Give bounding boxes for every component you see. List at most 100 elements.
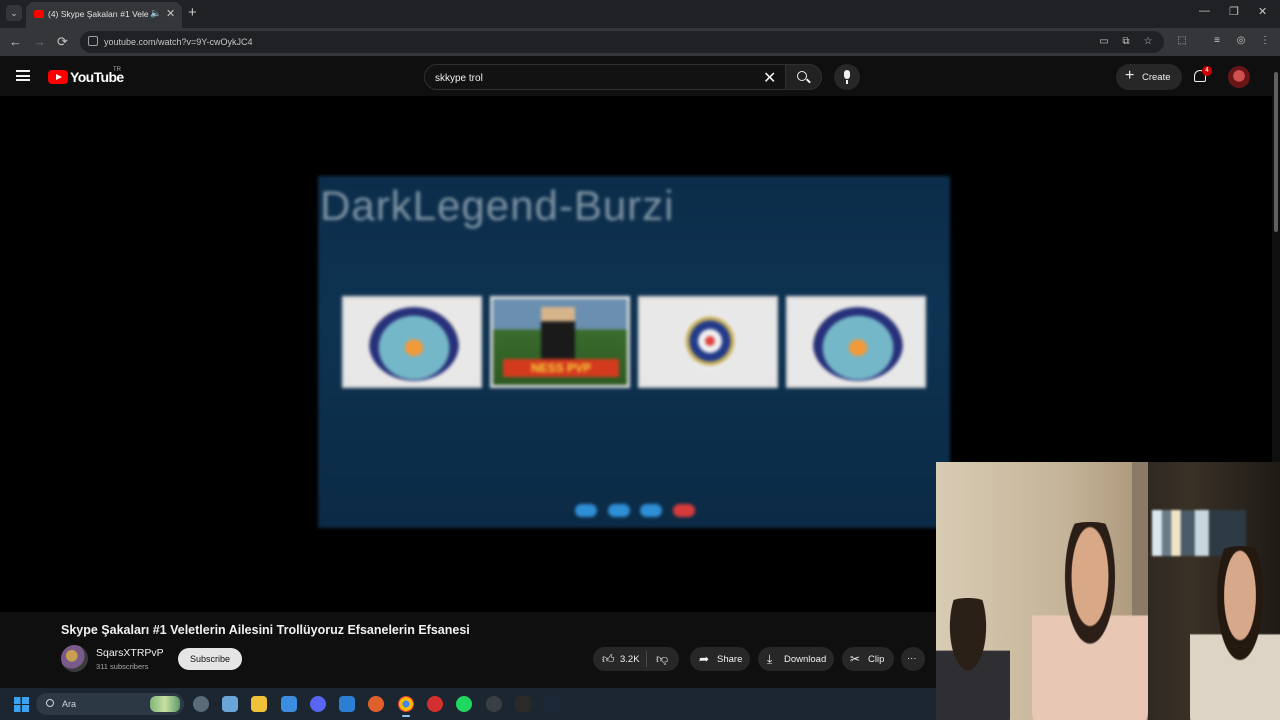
- webcam-person-right: [1190, 546, 1280, 720]
- create-label: Create: [1142, 72, 1171, 83]
- download-icon: ⤓: [767, 652, 773, 666]
- clip-label: Clip: [868, 654, 885, 665]
- address-bar[interactable]: youtube.com/watch?v=9Y-cwOykJC4 ▭ ⧉ ☆: [80, 31, 1164, 53]
- webcam-overlay: [936, 462, 1280, 720]
- screen-tool-icon[interactable]: [222, 696, 238, 712]
- tab-title: (4) Skype Şakaları #1 Veletle: [48, 9, 148, 19]
- channel-name[interactable]: SqarsXTRPvP: [96, 647, 164, 659]
- search-icon: [46, 699, 54, 707]
- minimize-button[interactable]: —: [1199, 5, 1210, 17]
- video-frame: DarkLegend-Burzi NESS PVP: [318, 176, 950, 528]
- character-figure: [541, 307, 575, 363]
- cast-icon[interactable]: ▭: [1098, 36, 1110, 48]
- taskbar-search-label: Ara: [62, 699, 77, 709]
- voice-search-mic-icon[interactable]: [834, 64, 860, 90]
- tab-search-dropdown[interactable]: ⌄: [6, 5, 22, 21]
- chrome-icon[interactable]: [398, 696, 414, 717]
- share-label: Share: [717, 654, 743, 665]
- contact-tile: NESS PVP: [490, 296, 630, 388]
- call-control-icon: [575, 504, 597, 517]
- app-icon[interactable]: [368, 696, 384, 712]
- search-icon: [797, 71, 807, 81]
- close-window-button[interactable]: ✕: [1258, 5, 1267, 18]
- forward-button[interactable]: →: [33, 34, 46, 49]
- end-call-icon: [673, 504, 695, 517]
- subscribe-button[interactable]: Subscribe: [178, 648, 242, 670]
- discord-icon[interactable]: [310, 696, 326, 712]
- bookmark-star-icon[interactable]: ☆: [1142, 36, 1154, 48]
- epic-games-icon[interactable]: [515, 696, 531, 712]
- reload-button[interactable]: ⟳: [57, 34, 68, 50]
- youtube-favicon-icon: [34, 10, 44, 18]
- steam-icon[interactable]: [544, 696, 560, 712]
- store-icon[interactable]: [281, 696, 297, 712]
- close-tab-icon[interactable]: ✕: [166, 7, 175, 20]
- account-avatar[interactable]: [1228, 66, 1250, 88]
- more-icon: ···: [907, 653, 917, 664]
- app-refresh-icon[interactable]: [486, 696, 502, 712]
- country-code: TR: [113, 67, 121, 73]
- browser-tabstrip: ⌄ (4) Skype Şakaları #1 Veletle 🔈 ✕ + — …: [0, 0, 1280, 28]
- site-info-icon[interactable]: [88, 36, 98, 46]
- call-control-icon: [608, 504, 630, 517]
- back-button[interactable]: ←: [9, 34, 22, 49]
- game-banner-text: NESS PVP: [503, 359, 619, 377]
- windows-start-icon[interactable]: [14, 697, 29, 712]
- search-input[interactable]: [435, 70, 755, 86]
- share-icon: ➦: [699, 652, 710, 666]
- settings-gear-icon[interactable]: [193, 696, 209, 712]
- like-dislike-group: 👍︎ 3.2K 👎︎: [593, 647, 679, 671]
- webcam-person-left: [936, 598, 1010, 720]
- taskbar-search[interactable]: Ara: [36, 693, 184, 715]
- profile-icon[interactable]: ◎: [1235, 35, 1247, 47]
- like-icon[interactable]: 👍︎: [602, 652, 615, 667]
- dislike-icon[interactable]: 👎︎: [656, 652, 668, 667]
- create-button[interactable]: + Create: [1116, 64, 1182, 90]
- search-highlight-image: [150, 696, 180, 712]
- emblem-image: [813, 307, 903, 381]
- channel-avatar[interactable]: [61, 645, 88, 672]
- clear-search-icon[interactable]: ✕: [763, 68, 776, 88]
- contact-tile: [786, 296, 926, 388]
- windows-taskbar: Ara: [0, 688, 936, 720]
- opera-icon[interactable]: [427, 696, 443, 712]
- share-button[interactable]: ➦ Share: [690, 647, 750, 671]
- scissors-icon: ✂: [850, 652, 861, 666]
- translate-icon[interactable]: ⧉: [1120, 36, 1132, 48]
- browser-toolbar: ← → ⟳ youtube.com/watch?v=9Y-cwOykJC4 ▭ …: [0, 28, 1280, 56]
- browser-tab-active[interactable]: (4) Skype Şakaları #1 Veletle 🔈 ✕: [26, 2, 182, 28]
- extensions-icon[interactable]: ⬚: [1176, 35, 1188, 47]
- notification-count-badge: 4: [1202, 66, 1212, 76]
- restore-button[interactable]: ❐: [1229, 5, 1239, 18]
- like-divider: [646, 651, 647, 667]
- download-label: Download: [784, 654, 827, 665]
- calculator-icon[interactable]: [339, 696, 355, 712]
- address-url[interactable]: youtube.com/watch?v=9Y-cwOykJC4: [104, 37, 253, 47]
- speaker-icon[interactable]: 🔈: [150, 8, 161, 19]
- search-box[interactable]: ✕: [424, 64, 786, 90]
- media-control-icon[interactable]: ≡: [1211, 35, 1223, 47]
- contact-tile: [638, 296, 778, 388]
- youtube-masthead: YouTube TR ✕ + Create 4: [0, 56, 1272, 96]
- video-title: Skype Şakaları #1 Veletlerin Ailesini Tr…: [61, 623, 470, 637]
- scrollbar-thumb[interactable]: [1274, 72, 1278, 232]
- call-control-icon: [640, 504, 662, 517]
- contact-tile: [342, 296, 482, 388]
- menu-kebab-icon[interactable]: ⋮: [1259, 35, 1271, 47]
- guide-menu-icon[interactable]: [16, 70, 30, 81]
- spotify-icon[interactable]: [456, 696, 472, 712]
- youtube-logo-icon[interactable]: [48, 70, 68, 84]
- like-count[interactable]: 3.2K: [620, 654, 640, 665]
- download-button[interactable]: ⤓ Download: [758, 647, 834, 671]
- more-actions-button[interactable]: ···: [901, 647, 925, 671]
- subscriber-count: 311 subscribers: [96, 662, 149, 671]
- plus-icon: +: [1125, 67, 1135, 84]
- police-emblem-image: [685, 311, 735, 371]
- video-frame-caption: DarkLegend-Burzi: [320, 182, 675, 229]
- webcam-person-center: [1032, 522, 1148, 720]
- emblem-image: [369, 307, 459, 381]
- clip-button[interactable]: ✂ Clip: [842, 647, 894, 671]
- new-tab-button[interactable]: +: [188, 4, 197, 21]
- file-explorer-icon[interactable]: [251, 696, 267, 712]
- search-button[interactable]: [786, 64, 822, 90]
